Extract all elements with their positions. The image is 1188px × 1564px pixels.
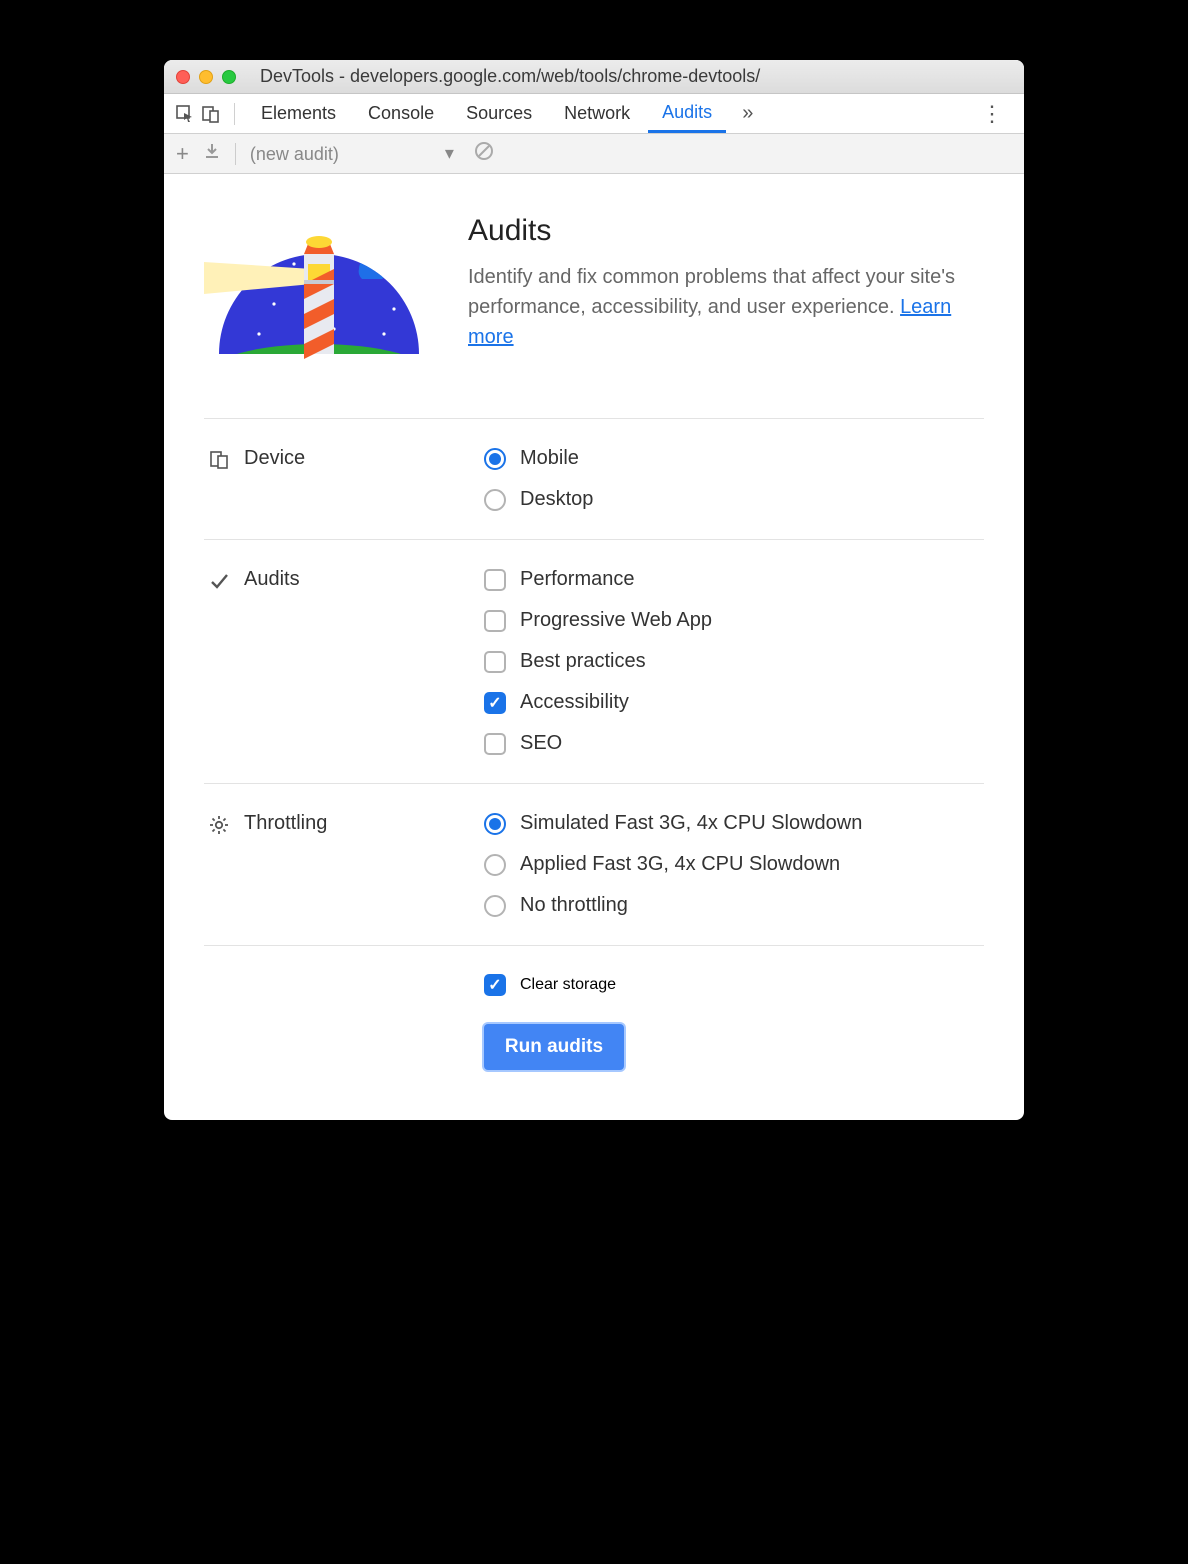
separator: [235, 143, 236, 165]
tab-console[interactable]: Console: [354, 94, 448, 133]
audits-section: Audits Performance Progressive Web App B…: [204, 540, 984, 783]
download-icon[interactable]: [203, 142, 221, 165]
option-label: Best practices: [520, 650, 646, 673]
panel-tabs: Elements Console Sources Network Audits …: [164, 94, 1024, 134]
radio-simulated-3g[interactable]: Simulated Fast 3G, 4x CPU Slowdown: [484, 812, 984, 835]
device-section: Device Mobile Desktop: [204, 419, 984, 539]
radio-no-throttling[interactable]: No throttling: [484, 894, 984, 917]
checkbox-clear-storage[interactable]: Clear storage: [484, 974, 984, 996]
option-label: Accessibility: [520, 691, 629, 714]
radio-icon: [484, 895, 506, 917]
actions-section: Clear storage Run audits: [204, 946, 984, 1070]
checkbox-icon: [484, 733, 506, 755]
checkbox-icon: [484, 651, 506, 673]
panel-description: Identify and fix common problems that af…: [468, 262, 984, 352]
radio-icon: [484, 448, 506, 470]
radio-icon: [484, 813, 506, 835]
audits-panel: Audits Identify and fix common problems …: [164, 174, 1024, 1120]
clear-icon[interactable]: [474, 141, 494, 166]
window-controls: [176, 70, 236, 84]
checkbox-performance[interactable]: Performance: [484, 568, 984, 591]
tab-network[interactable]: Network: [550, 94, 644, 133]
lighthouse-illustration: [204, 214, 434, 384]
device-toggle-icon[interactable]: [200, 103, 222, 125]
option-label: Clear storage: [520, 976, 616, 994]
option-label: Simulated Fast 3G, 4x CPU Slowdown: [520, 812, 862, 835]
maximize-icon[interactable]: [222, 70, 236, 84]
devtools-window: DevTools - developers.google.com/web/too…: [164, 60, 1024, 1120]
checkbox-icon: [484, 569, 506, 591]
device-icon: [208, 449, 230, 471]
separator: [234, 103, 235, 125]
radio-icon: [484, 854, 506, 876]
intro-section: Audits Identify and fix common problems …: [204, 214, 984, 418]
audits-toolbar: + (new audit): [164, 134, 1024, 174]
titlebar: DevTools - developers.google.com/web/too…: [164, 60, 1024, 94]
device-label: Device: [244, 447, 305, 470]
tab-audits[interactable]: Audits: [648, 94, 726, 133]
option-label: Mobile: [520, 447, 579, 470]
audit-select-input[interactable]: (new audit): [250, 144, 460, 164]
check-icon: [208, 570, 230, 592]
option-label: Performance: [520, 568, 635, 591]
gear-icon: [208, 814, 230, 836]
settings-menu-icon[interactable]: ⋮: [971, 101, 1014, 127]
run-audits-button[interactable]: Run audits: [484, 1024, 624, 1070]
option-label: SEO: [520, 732, 562, 755]
checkbox-icon: [484, 974, 506, 996]
radio-mobile[interactable]: Mobile: [484, 447, 984, 470]
checkbox-icon: [484, 610, 506, 632]
checkbox-seo[interactable]: SEO: [484, 732, 984, 755]
radio-icon: [484, 489, 506, 511]
option-label: Applied Fast 3G, 4x CPU Slowdown: [520, 853, 840, 876]
new-audit-icon[interactable]: +: [176, 141, 189, 167]
audits-label: Audits: [244, 568, 300, 591]
panel-heading: Audits: [468, 214, 984, 248]
tab-sources[interactable]: Sources: [452, 94, 546, 133]
checkbox-icon: [484, 692, 506, 714]
minimize-icon[interactable]: [199, 70, 213, 84]
option-label: Desktop: [520, 488, 593, 511]
audit-select[interactable]: (new audit): [250, 144, 460, 164]
close-icon[interactable]: [176, 70, 190, 84]
checkbox-accessibility[interactable]: Accessibility: [484, 691, 984, 714]
radio-applied-3g[interactable]: Applied Fast 3G, 4x CPU Slowdown: [484, 853, 984, 876]
tab-elements[interactable]: Elements: [247, 94, 350, 133]
inspect-element-icon[interactable]: [174, 103, 196, 125]
more-tabs-icon[interactable]: »: [734, 102, 761, 125]
window-title: DevTools - developers.google.com/web/too…: [260, 66, 760, 87]
checkbox-best-practices[interactable]: Best practices: [484, 650, 984, 673]
intro-text: Audits Identify and fix common problems …: [468, 214, 984, 352]
checkbox-pwa[interactable]: Progressive Web App: [484, 609, 984, 632]
throttling-label: Throttling: [244, 812, 327, 835]
radio-desktop[interactable]: Desktop: [484, 488, 984, 511]
option-label: Progressive Web App: [520, 609, 712, 632]
throttling-section: Throttling Simulated Fast 3G, 4x CPU Slo…: [204, 784, 984, 945]
option-label: No throttling: [520, 894, 628, 917]
